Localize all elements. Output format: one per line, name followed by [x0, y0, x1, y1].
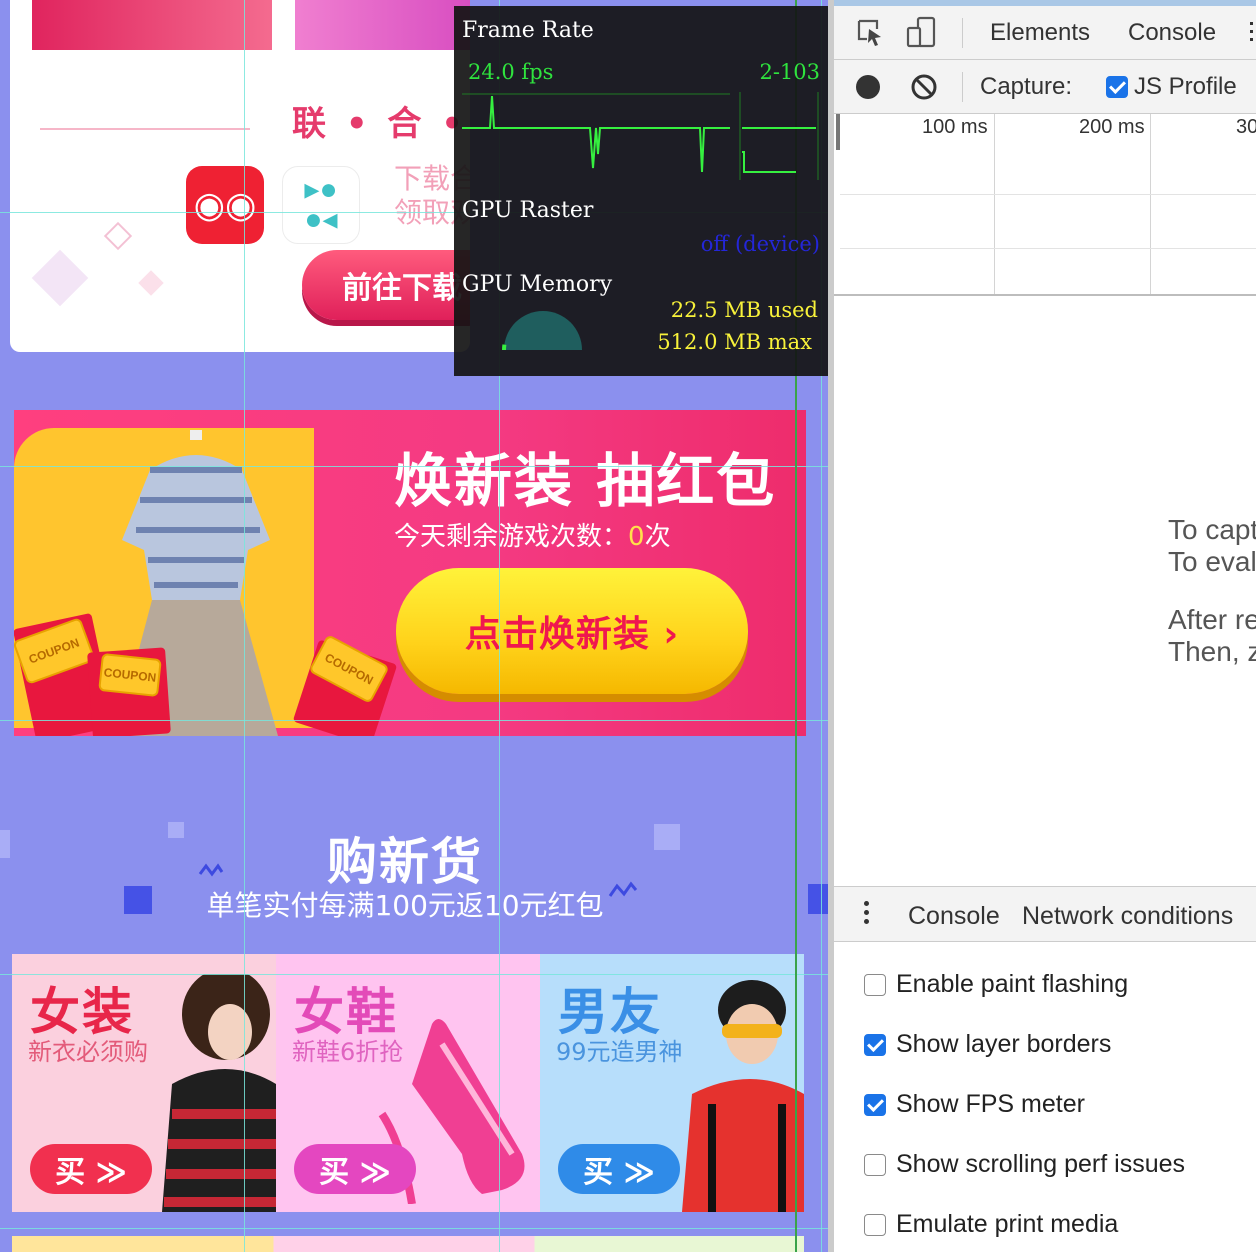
devtools-toolbar: Elements Console [834, 6, 1256, 60]
layer-border-line [0, 974, 828, 975]
timeline-tick-label: 100 ms [922, 116, 988, 138]
devtools-panel: Elements Console Capture: JS Profile 100… [828, 0, 1256, 1252]
layer-borders-checkbox[interactable] [864, 1033, 886, 1056]
drawer-menu-icon[interactable] [864, 901, 869, 924]
remaining-count: 0 [628, 522, 645, 552]
top-deco-image-2 [295, 0, 470, 50]
section-subtitle: 单笔实付每满100元返10元红包 [206, 889, 604, 922]
timeline-tick-label: 30 [1236, 116, 1256, 138]
model-photo-image [162, 974, 276, 1212]
clear-icon[interactable] [906, 69, 942, 105]
option-label: Show layer borders [896, 1030, 1112, 1058]
timeline-tick-label: 200 ms [1079, 116, 1145, 138]
card-subtitle: 新鞋6折抢 [292, 1038, 404, 1066]
record-icon[interactable] [856, 75, 880, 99]
fps-meter-checkbox[interactable] [864, 1093, 886, 1116]
rendering-option-paint-flashing[interactable]: Enable paint flashing [864, 970, 1128, 999]
divider [40, 128, 250, 130]
fps-range: 2-103 [759, 60, 820, 84]
event-banner[interactable]: COUPON COUPON COUPON 焕新装 抽红包 今天剩余游戏次数：0次… [14, 410, 806, 736]
renew-outfit-button[interactable]: 点击焕新装 › [396, 568, 748, 694]
timeline-row-line [840, 194, 1256, 195]
hint-text: To eval [1168, 546, 1256, 577]
rendering-option-layer-borders[interactable]: Show layer borders [864, 1030, 1111, 1059]
more-tabs-icon[interactable] [1250, 22, 1254, 44]
toolbar-separator [962, 72, 963, 102]
buy-button[interactable]: 买 ≫ [30, 1144, 152, 1194]
option-label: Show scrolling perf issues [896, 1150, 1186, 1178]
layer-border-line [0, 720, 828, 721]
partner-app-icon-2[interactable]: ▸● ●◂ [282, 166, 360, 244]
union-title: 联 • 合 • 推 广 [292, 104, 470, 144]
remaining-label: 今天剩余游戏次数： [394, 522, 629, 552]
top-deco-image [32, 0, 272, 50]
performance-toolbar: Capture: JS Profile [834, 60, 1256, 114]
timeline-gridline [994, 114, 995, 294]
layer-border-line [0, 466, 828, 467]
fps-graph [462, 92, 819, 180]
print-media-checkbox[interactable] [864, 1213, 886, 1236]
union-promo-card: 联 • 合 • 推 广 ◉◉ ▸●●◂ 下载合作APP 领取双日优惠券~ 前往下… [10, 0, 470, 352]
option-label: Emulate print media [896, 1210, 1119, 1238]
diamond-deco [103, 221, 133, 251]
category-cards: 女装 新衣必须购 买 ≫ 女鞋 新鞋6折抢 买 ≫ 男友 99元造男神 买 ≫ [12, 954, 804, 1212]
option-label: Enable paint flashing [896, 970, 1129, 998]
rendering-option-print-media[interactable]: Emulate print media [864, 1210, 1118, 1239]
gpu-memory-label: GPU Memory [462, 272, 613, 297]
frame-rate-label: Frame Rate [462, 18, 594, 43]
coupon-image: COUPON [98, 652, 162, 698]
banner-subtitle: 今天剩余游戏次数：0次 [394, 516, 671, 553]
next-section-strip [12, 1236, 804, 1252]
category-card-women[interactable]: 女装 新衣必须购 买 ≫ [12, 954, 276, 1212]
layer-border-line [0, 1228, 828, 1229]
card-subtitle: 99元造男神 [556, 1038, 683, 1066]
timeline-row-line [840, 248, 1256, 249]
diamond-deco [31, 249, 89, 307]
rendering-option-fps-meter[interactable]: Show FPS meter [864, 1090, 1085, 1119]
category-card-shoes[interactable]: 女鞋 新鞋6折抢 买 ≫ [276, 954, 540, 1212]
category-card-men[interactable]: 男友 99元造男神 买 ≫ [540, 954, 804, 1212]
option-label: Show FPS meter [896, 1090, 1085, 1118]
scrolling-perf-checkbox[interactable] [864, 1153, 886, 1176]
inspect-element-icon[interactable] [852, 14, 888, 50]
drawer-tab-console[interactable]: Console [908, 902, 1000, 931]
male-model-photo-image [682, 980, 804, 1212]
fps-meter: Frame Rate 24.0 fps 2-103 GPU Raster off… [454, 6, 828, 376]
banner-title: 焕新装 抽红包 [394, 447, 777, 515]
hint-text: Then, z [1168, 636, 1256, 667]
download-button[interactable]: 前往下载 [302, 250, 470, 320]
hint-text: To capt [1168, 514, 1256, 545]
toolbar-separator [962, 18, 963, 48]
tab-elements[interactable]: Elements [990, 19, 1090, 47]
gpu-memory-max: 512.0 MB max [657, 330, 812, 354]
gpu-memory-used: 22.5 MB used [670, 298, 818, 322]
rendering-option-scrolling-perf[interactable]: Show scrolling perf issues [864, 1150, 1185, 1179]
timeline-overview[interactable]: 100 ms 200 ms 30 [834, 114, 1256, 296]
fps-value: 24.0 fps [468, 60, 554, 84]
remaining-unit: 次 [644, 522, 671, 552]
timeline-gridline [1150, 114, 1151, 294]
buy-button[interactable]: 买 ≫ [294, 1144, 416, 1194]
drawer-toolbar: Console Network conditions [834, 886, 1256, 942]
gpu-raster-label: GPU Raster [462, 198, 594, 223]
drawer-tab-network-conditions[interactable]: Network conditions [1022, 902, 1233, 931]
capture-label: Capture: [980, 73, 1073, 100]
timeline-handle[interactable] [836, 114, 840, 150]
device-toolbar-icon[interactable] [904, 14, 940, 50]
partner-app-icon[interactable]: ◉◉ [186, 166, 264, 244]
dots-logo-icon: ▸● ●◂ [304, 173, 338, 236]
tab-console[interactable]: Console [1128, 19, 1216, 47]
js-profile-checkbox[interactable] [1106, 76, 1128, 98]
js-profile-label: JS Profile [1134, 73, 1237, 100]
gpu-memory-gauge [502, 311, 582, 351]
layer-border-line [244, 0, 245, 1252]
diamond-deco [138, 270, 164, 296]
buy-button[interactable]: 买 ≫ [558, 1144, 680, 1194]
square-deco [808, 884, 828, 914]
paint-flashing-checkbox[interactable] [864, 973, 886, 996]
gpu-raster-status: off (device) [700, 232, 820, 256]
owl-eyes-icon: ◉◉ [193, 184, 257, 225]
card-subtitle: 新衣必须购 [28, 1038, 148, 1066]
hint-text: After re [1168, 604, 1256, 635]
